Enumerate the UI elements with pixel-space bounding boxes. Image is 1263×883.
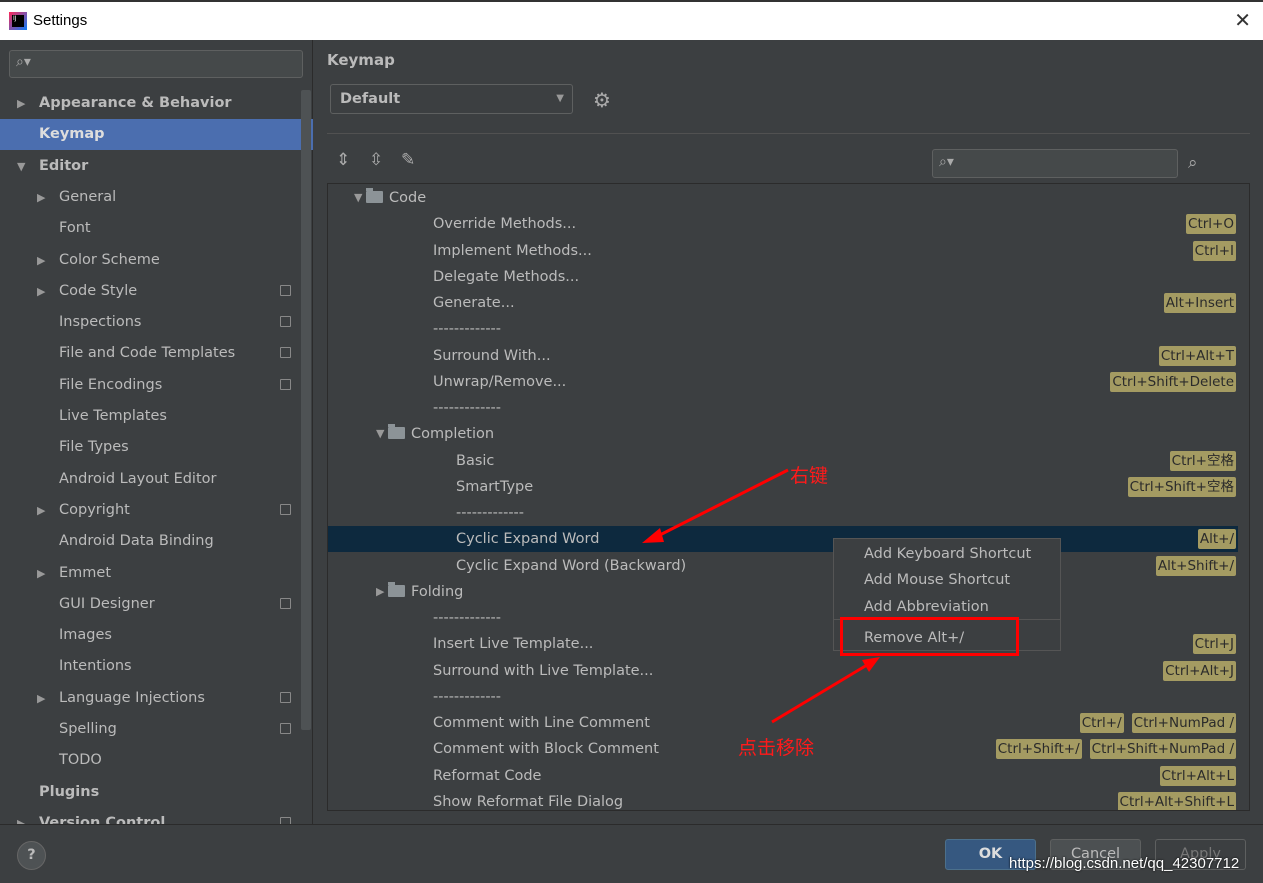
help-button[interactable]: ? <box>17 841 46 870</box>
annotation-right-click: 右键 <box>790 465 829 487</box>
arrow-to-remove <box>771 660 873 724</box>
watermark: https://blog.csdn.net/qq_42307712 <box>1009 855 1240 872</box>
annotation-arrows <box>642 468 880 724</box>
arrowhead <box>862 657 880 672</box>
dialog-footer: ? OK Cancel Apply https://blog.csdn.net/… <box>0 824 1263 883</box>
menu-item-add-mouse-shortcut[interactable]: Add Mouse Shortcut <box>864 567 1010 593</box>
highlight-box <box>840 617 1019 656</box>
arrowhead <box>642 528 664 543</box>
menu-item-add-keyboard-shortcut[interactable]: Add Keyboard Shortcut <box>864 541 1031 567</box>
annotation-click-remove: 点击移除 <box>738 737 815 759</box>
arrow-to-item <box>649 468 789 542</box>
